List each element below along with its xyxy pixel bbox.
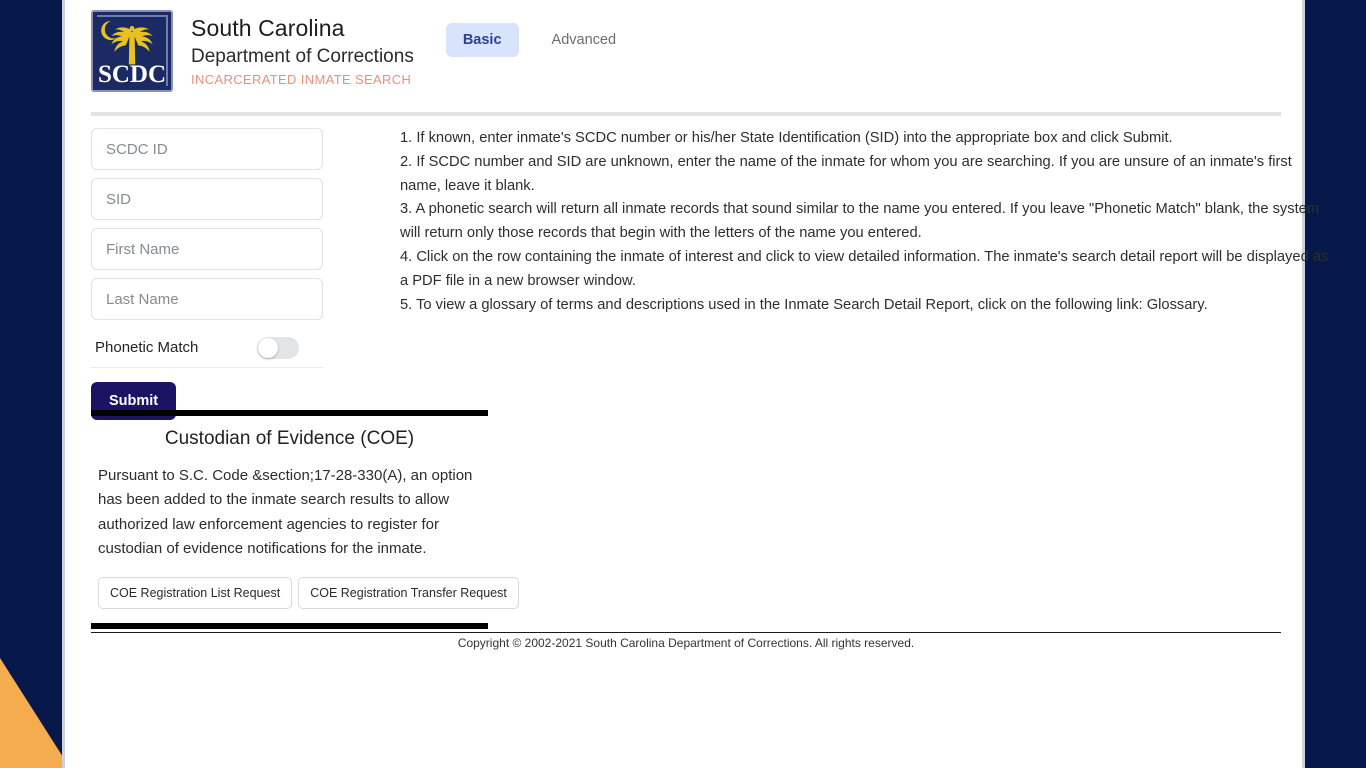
decorative-orange-wedge bbox=[0, 658, 70, 768]
instruction-item-4: 4. Click on the row containing the inmat… bbox=[400, 249, 1329, 289]
coe-title: Custodian of Evidence (COE) bbox=[164, 428, 415, 449]
site-header: SCDC South Carolina Department of Correc… bbox=[91, 10, 1281, 92]
brand-department-name: Department of Corrections bbox=[191, 45, 414, 67]
instruction-item-5: 5. To view a glossary of terms and descr… bbox=[400, 296, 1208, 313]
svg-text:SCDC: SCDC bbox=[98, 61, 166, 88]
brand-state-name: South Carolina bbox=[191, 14, 345, 41]
coe-registration-list-request-button[interactable]: COE Registration List Request bbox=[98, 577, 293, 610]
tab-advanced[interactable]: Advanced bbox=[535, 23, 634, 57]
coe-registration-transfer-request-button[interactable]: COE Registration Transfer Request bbox=[298, 577, 519, 610]
inmate-search-form: Phonetic Match Submit bbox=[91, 128, 323, 420]
search-mode-tabs: Basic Advanced bbox=[445, 23, 634, 57]
coe-description: Pursuant to S.C. Code &section;17-28-330… bbox=[98, 467, 473, 557]
phonetic-match-row: Phonetic Match bbox=[91, 328, 323, 368]
footer-divider bbox=[91, 632, 1281, 633]
search-instructions: 1. If known, enter inmate's SCDC number … bbox=[400, 127, 1335, 318]
instruction-item-3: 3. A phonetic search will return all inm… bbox=[400, 201, 1320, 242]
phonetic-match-label: Phonetic Match bbox=[95, 339, 199, 356]
scdc-palmetto-logo-icon: SCDC bbox=[91, 10, 173, 92]
brand-text: South Carolina Department of Corrections… bbox=[191, 14, 414, 87]
custodian-of-evidence-panel: Custodian of Evidence (COE) Pursuant to … bbox=[91, 410, 519, 630]
coe-actions: COE Registration List Request COE Regist… bbox=[98, 577, 519, 610]
header-divider bbox=[91, 112, 1281, 116]
instruction-item-2: 2. If SCDC number and SID are unknown, e… bbox=[400, 153, 1292, 194]
phonetic-match-toggle[interactable] bbox=[257, 336, 299, 359]
coe-top-divider bbox=[91, 410, 488, 416]
coe-bottom-divider bbox=[91, 623, 488, 630]
scdc-id-input[interactable] bbox=[91, 128, 323, 170]
instruction-item-1: 1. If known, enter inmate's SCDC number … bbox=[400, 130, 1173, 146]
last-name-input[interactable] bbox=[91, 278, 323, 320]
brand-tagline: INCARCERATED INMATE SEARCH bbox=[191, 71, 412, 87]
sid-input[interactable] bbox=[91, 178, 323, 220]
footer-copyright: Copyright © 2002-2021 South Carolina Dep… bbox=[457, 636, 915, 650]
page-surface: SCDC South Carolina Department of Correc… bbox=[62, 0, 1328, 768]
tab-basic[interactable]: Basic bbox=[445, 23, 519, 57]
first-name-input[interactable] bbox=[91, 228, 323, 270]
